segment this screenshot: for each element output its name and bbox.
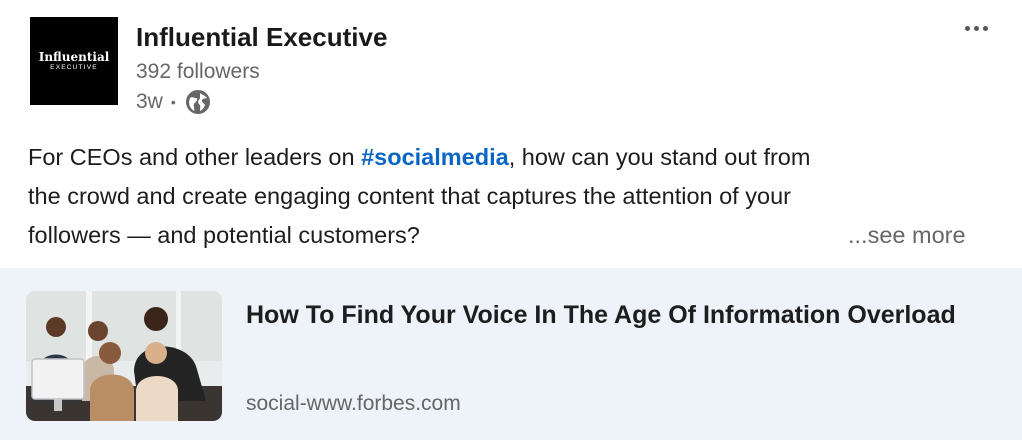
more-options-icon[interactable] bbox=[956, 16, 996, 40]
thumbnail-photo bbox=[26, 291, 222, 421]
post-text-line: For CEOs and other leaders on #socialmed… bbox=[28, 138, 988, 177]
post-text-line: the crowd and create engaging content th… bbox=[28, 183, 791, 209]
article-thumbnail[interactable] bbox=[26, 291, 222, 421]
logo-text: Influential bbox=[38, 49, 110, 64]
logo-subtext: EXECUTIVE bbox=[50, 63, 98, 71]
company-logo[interactable]: Influential EXECUTIVE bbox=[30, 17, 118, 105]
link-preview-card[interactable]: How To Find Your Voice In The Age Of Inf… bbox=[0, 268, 1022, 440]
article-source: social-www.forbes.com bbox=[246, 392, 461, 415]
globe-icon bbox=[185, 90, 210, 114]
follower-count: 392 followers bbox=[136, 60, 260, 83]
post-text-segment: For CEOs and other leaders on bbox=[28, 144, 362, 170]
post-age: 3w bbox=[136, 90, 163, 113]
post-header: Influential EXECUTIVE Influential Execut… bbox=[0, 0, 1022, 130]
post-text-line: followers — and potential customers? ...s… bbox=[28, 216, 988, 255]
author-name[interactable]: Influential Executive bbox=[136, 22, 387, 53]
see-more-link[interactable]: ...see more bbox=[848, 216, 966, 255]
post-meta: 3w • bbox=[136, 89, 211, 115]
meta-separator: • bbox=[170, 94, 176, 110]
article-title[interactable]: How To Find Your Voice In The Age Of Inf… bbox=[246, 296, 966, 334]
post-text-segment: , how can you stand out from bbox=[508, 144, 811, 170]
post-text-segment: followers — and potential customers? bbox=[28, 222, 420, 248]
hashtag-link[interactable]: #socialmedia bbox=[361, 144, 509, 170]
post-body: For CEOs and other leaders on #socialmed… bbox=[28, 138, 988, 255]
